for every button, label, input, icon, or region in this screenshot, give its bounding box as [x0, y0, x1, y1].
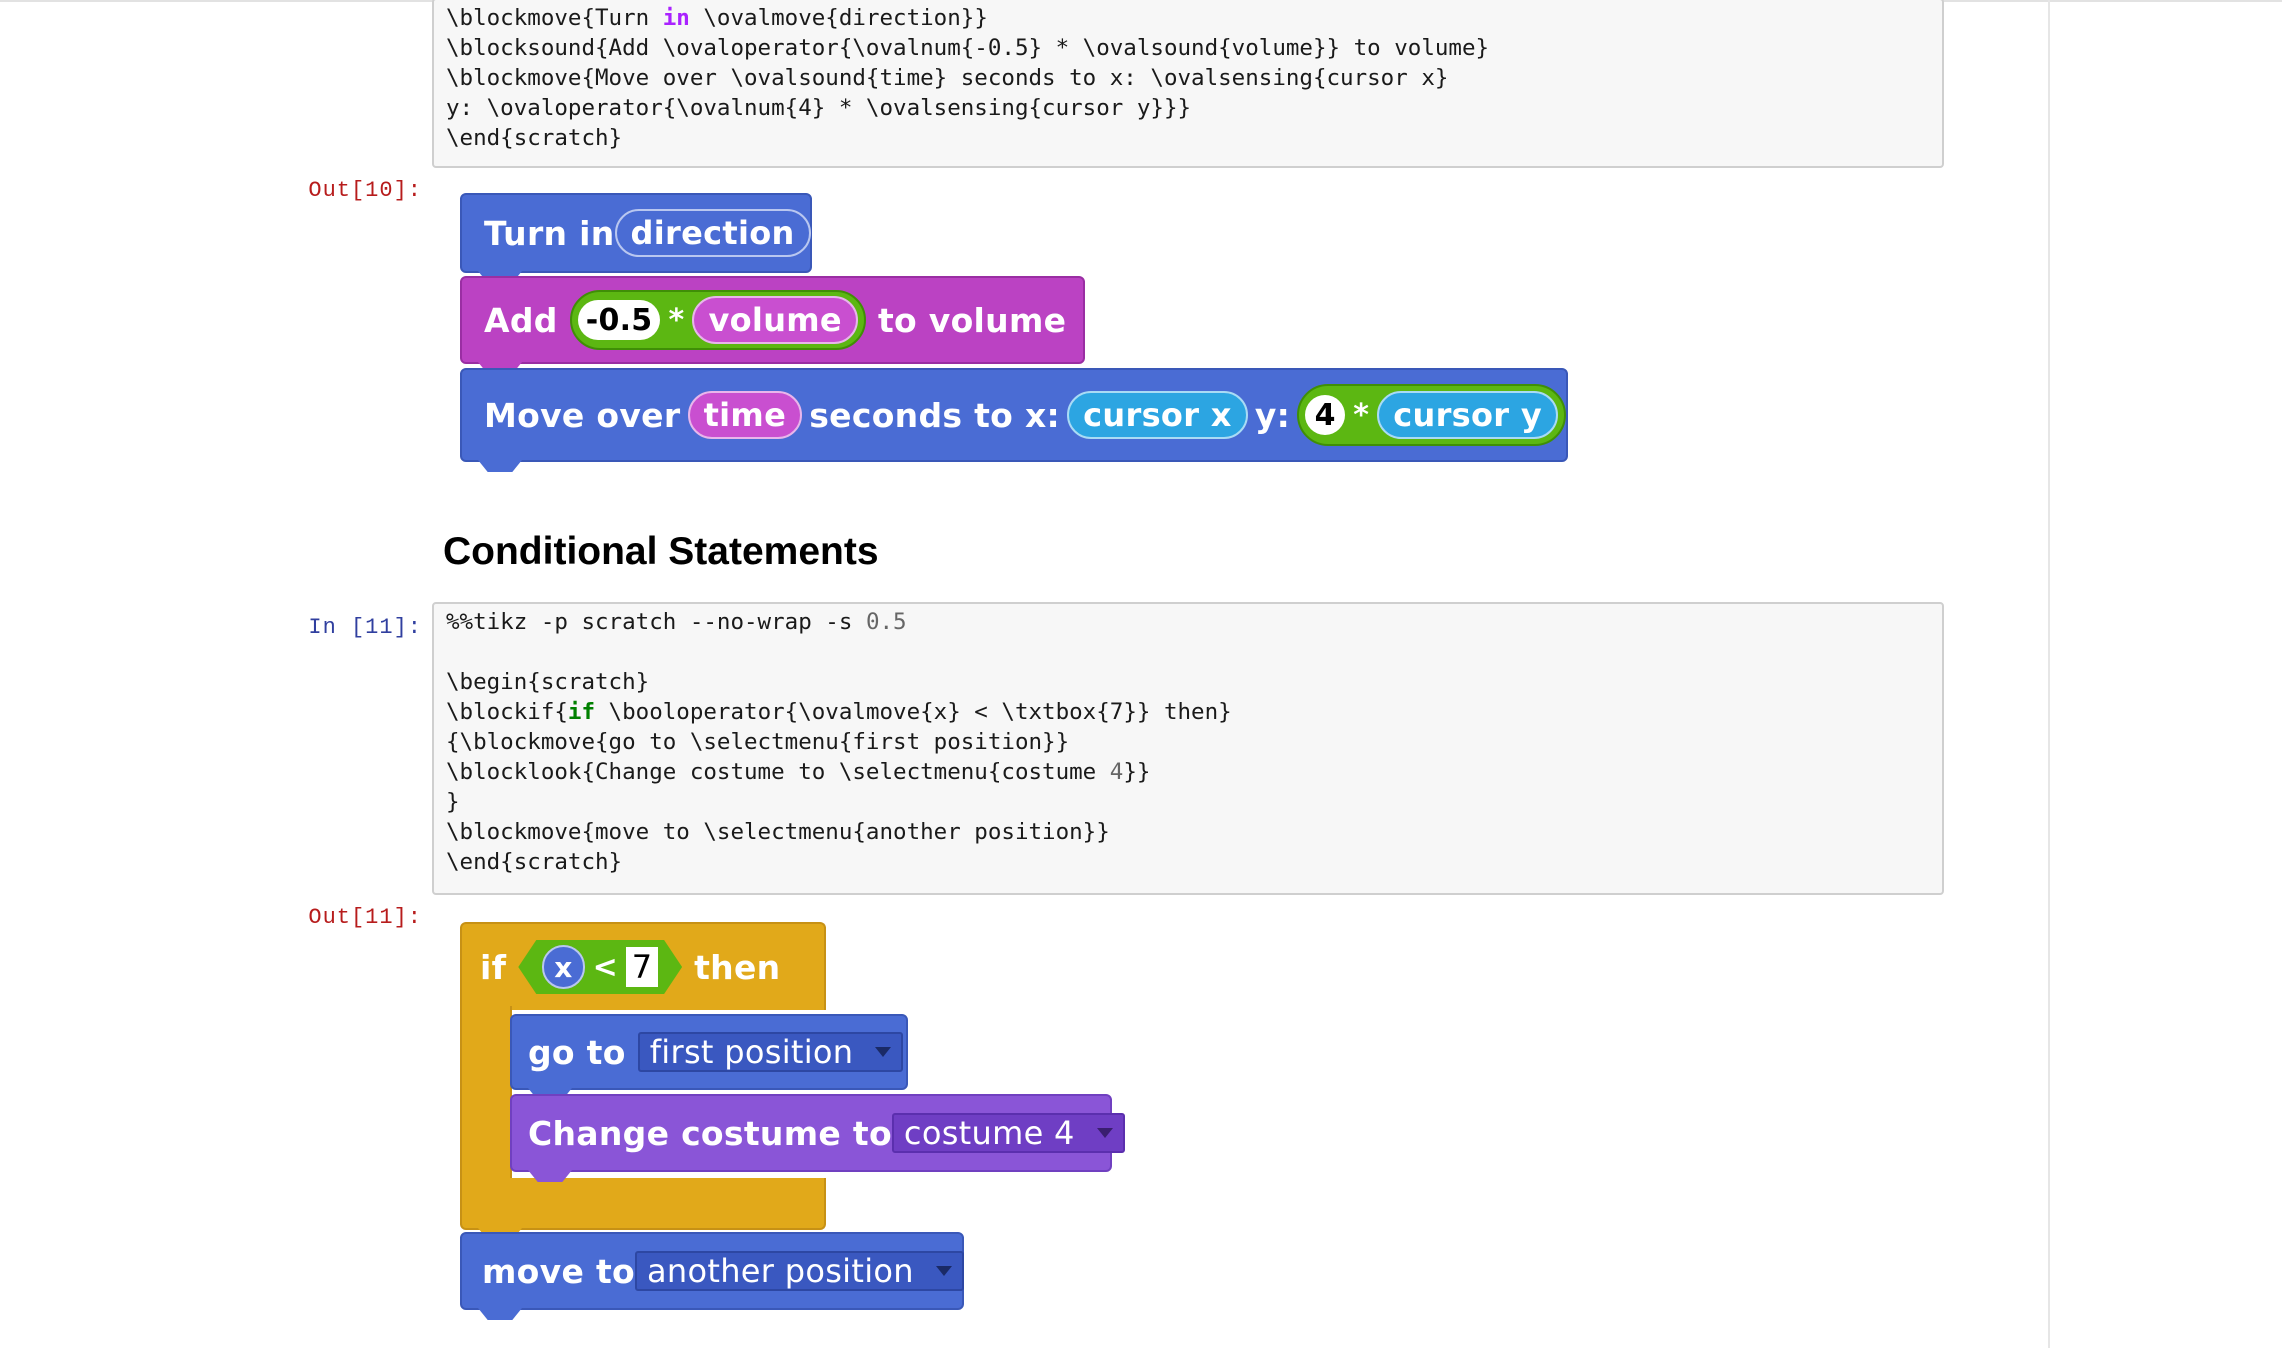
out-prompt-11: Out[11]:	[308, 905, 422, 930]
code-cell-11[interactable]: %%tikz -p scratch --no-wrap -s 0.5 \begi…	[432, 602, 1944, 895]
in-prompt-11: In [11]:	[308, 615, 422, 640]
block-notch	[478, 1308, 522, 1320]
volume-oval: volume	[692, 296, 858, 344]
add-suffix: to volume	[877, 300, 1067, 340]
code-line: %%tikz -p scratch --no-wrap -s 0.5	[446, 609, 907, 635]
change-costume-label: Change costume to	[528, 1113, 892, 1153]
if-block-top: if x < 7 then	[460, 922, 826, 1010]
cursor-x-oval: cursor x	[1067, 391, 1248, 439]
code-line: \blocklook{Change costume to \selectmenu…	[446, 759, 1151, 785]
operator-symbol: <	[592, 949, 619, 985]
block-notch	[478, 460, 522, 472]
time-oval: time	[687, 391, 803, 439]
code-line: }	[446, 789, 460, 815]
if-block-arm	[460, 1006, 512, 1186]
seconds-to-x-label: seconds to x:	[809, 395, 1061, 435]
cursor-y-oval: cursor y	[1377, 391, 1558, 439]
code-line: \blocksound{Add \ovaloperator{\ovalnum{-…	[446, 35, 1490, 61]
dropdown-arrow-icon	[875, 1047, 892, 1057]
code-line: \begin{scratch}	[446, 669, 650, 695]
go-to-block: go to first position	[510, 1014, 908, 1100]
then-label: then	[694, 947, 781, 987]
code-line: y: \ovaloperator{\ovalnum{4} * \ovalsens…	[446, 95, 1192, 121]
turn-block: Turn in direction	[460, 193, 812, 283]
first-position-dropdown[interactable]: first position	[637, 1032, 904, 1072]
another-position-dropdown[interactable]: another position	[635, 1251, 964, 1291]
number-box: 4	[1305, 395, 1346, 435]
code-cell-10[interactable]: \blockmove{Turn in \ovalmove{direction}}…	[432, 0, 1944, 168]
turn-label: Turn in	[484, 213, 615, 253]
dropdown-arrow-icon	[935, 1266, 952, 1276]
add-label: Add	[484, 300, 558, 340]
value-textbox[interactable]: 7	[626, 947, 658, 987]
change-costume-block: Change costume to costume 4	[510, 1094, 1125, 1182]
if-label: if	[480, 947, 507, 987]
code-line: \blockif{if \booloperator{\ovalmove{x} <…	[446, 699, 1232, 725]
multiply-operator: -0.5 * volume	[569, 290, 866, 350]
operator-symbol: *	[668, 302, 685, 338]
right-border	[2048, 0, 2050, 1348]
y-label: y:	[1254, 395, 1291, 435]
add-volume-block: Add -0.5 * volume to volume	[460, 276, 1085, 374]
move-over-block: Move over time seconds to x: cursor x y:…	[460, 368, 1568, 472]
less-than-operator: x < 7	[518, 940, 682, 994]
move-to-block: move to another position	[460, 1232, 964, 1320]
if-block-bottom	[460, 1178, 826, 1240]
operator-symbol: *	[1353, 397, 1370, 433]
code-line: \blockmove{Turn in \ovalmove{direction}}	[446, 5, 988, 31]
move-to-label: move to	[482, 1251, 635, 1291]
costume-dropdown[interactable]: costume 4	[891, 1113, 1125, 1153]
code-line: \blockmove{Move over \ovalsound{time} se…	[446, 65, 1449, 91]
code-line: \end{scratch}	[446, 849, 623, 875]
section-heading: Conditional Statements	[443, 530, 879, 573]
move-over-label: Move over	[484, 395, 681, 435]
number-box: -0.5	[577, 300, 661, 340]
x-oval: x	[542, 945, 584, 989]
go-to-label: go to	[528, 1032, 626, 1072]
code-line: \end{scratch}	[446, 125, 623, 151]
code-line: {\blockmove{go to \selectmenu{first posi…	[446, 729, 1070, 755]
dropdown-arrow-icon	[1096, 1128, 1113, 1138]
direction-oval: direction	[614, 209, 811, 257]
out-prompt-10: Out[10]:	[308, 178, 422, 203]
code-line: \blockmove{move to \selectmenu{another p…	[446, 819, 1110, 845]
multiply-operator: 4 * cursor y	[1297, 384, 1566, 446]
